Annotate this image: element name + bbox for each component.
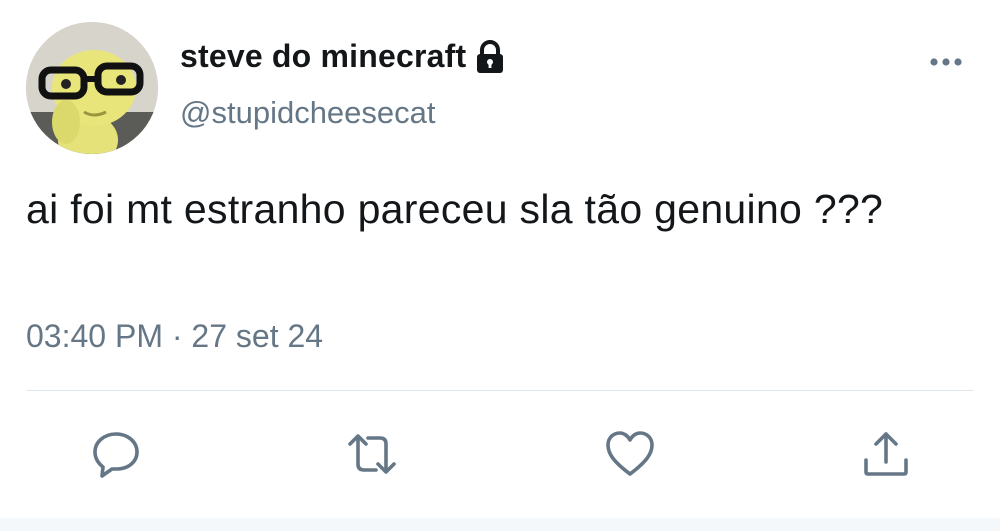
more-options-icon[interactable]: [928, 52, 964, 72]
like-icon[interactable]: [604, 428, 656, 480]
meta-separator: ·: [171, 318, 183, 354]
user-handle[interactable]: @stupidcheesecat: [180, 95, 436, 131]
avatar-photo: [26, 22, 158, 154]
retweet-icon[interactable]: [346, 428, 398, 480]
display-name[interactable]: steve do minecraft: [180, 38, 506, 75]
divider: [26, 390, 974, 391]
display-name-text[interactable]: steve do minecraft: [180, 38, 466, 75]
reply-icon[interactable]: [90, 428, 142, 480]
share-icon[interactable]: [860, 428, 912, 480]
card-bottom-edge: [0, 518, 1000, 531]
tweet-timestamp[interactable]: 03:40 PM · 27 set 24: [26, 318, 323, 355]
tweet-date[interactable]: 27 set 24: [191, 318, 323, 354]
lock-icon: [474, 39, 506, 74]
avatar[interactable]: [26, 22, 158, 154]
tweet-text: ai foi mt estranho pareceu sla tão genui…: [26, 186, 884, 232]
tweet-time[interactable]: 03:40 PM: [26, 318, 163, 354]
tweet-card: steve do minecraft @stupidcheesecat ai f…: [0, 0, 1000, 531]
